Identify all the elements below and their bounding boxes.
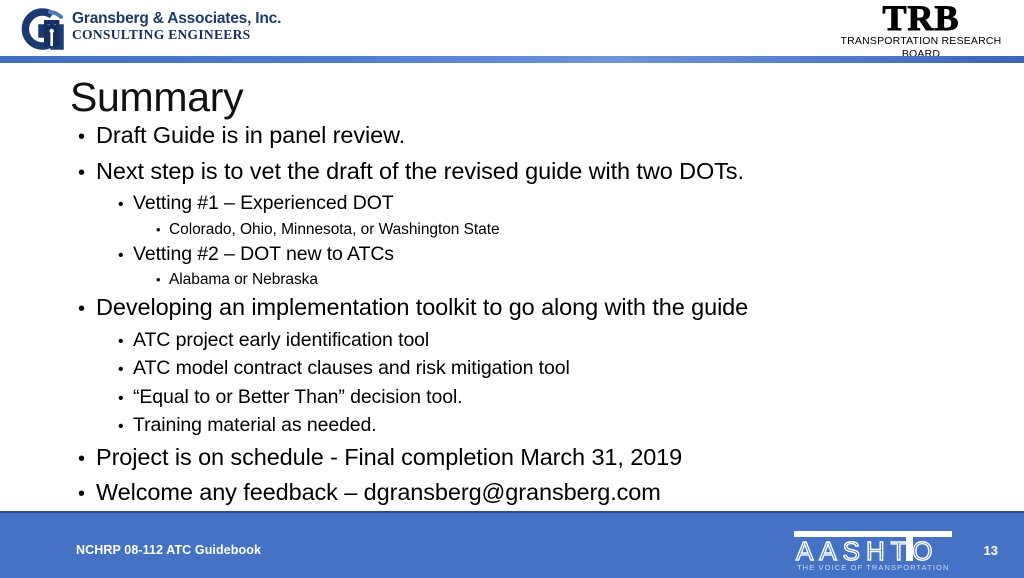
bullet-text: Colorado, Ohio, Minnesota, or Washington… [169, 220, 500, 238]
gransberg-logo-text: Gransberg & Associates, Inc. CONSULTING … [72, 10, 282, 42]
bullet-dot-icon: • [78, 126, 85, 148]
bullet-item-level-2: • Vetting #2 – DOT new to ATCs [70, 241, 1000, 270]
bullet-dot-icon: • [118, 332, 124, 350]
bullet-text: Training material as needed. [133, 414, 377, 436]
gransberg-company-name: Gransberg & Associates, Inc. [72, 10, 282, 27]
slide-footer: NCHRP 08-112 ATC Guidebook AASHTO THE VO… [0, 511, 1024, 578]
slide-content-area: Summary • Draft Guide is in panel review.… [0, 63, 1024, 511]
header-divider-bar [0, 56, 1024, 63]
bullet-item-level-1: • Project is on schedule - Final completi… [70, 441, 1000, 477]
gransberg-tagline: CONSULTING ENGINEERS [72, 27, 251, 42]
bullet-dot-icon: • [118, 389, 124, 407]
page-title: Summary [70, 74, 244, 120]
footer-label: NCHRP 08-112 ATC Guidebook [76, 543, 262, 557]
aashto-logo: AASHTO THE VOICE OF TRANSPORTATION [788, 525, 958, 573]
trb-acronym: TRB [882, 0, 960, 38]
bullet-text: Vetting #1 – Experienced DOT [133, 192, 394, 214]
bullet-item-level-3: • Alabama or Nebraska [70, 269, 1000, 291]
bullet-dot-icon: • [118, 246, 124, 264]
bullet-item-level-2: • ATC project early identification tool [70, 327, 1000, 356]
bullet-item-level-1: • Draft Guide is in panel review. [70, 119, 1000, 155]
bullet-item-level-1: • Welcome any feedback – dgransberg@grans… [70, 476, 1000, 512]
aashto-tagline: THE VOICE OF TRANSPORTATION [797, 563, 950, 572]
bullet-text: Vetting #2 – DOT new to ATCs [133, 242, 394, 265]
bullet-item-level-3: • Colorado, Ohio, Minnesota, or Washingto… [70, 219, 1000, 241]
bullet-dot-icon: • [78, 447, 85, 470]
bullet-text: Welcome any feedback – dgransberg@gransb… [96, 479, 661, 505]
aashto-acronym: AASHTO [795, 536, 939, 566]
bullet-text: Draft Guide is in panel review. [96, 122, 406, 148]
bullet-item-level-2: • “Equal to or Better Than” decision tool… [70, 384, 1000, 413]
bullet-text: Alabama or Nebraska [169, 271, 318, 288]
bullet-text: Project is on schedule - Final completio… [96, 443, 683, 470]
gransberg-associates-logo: Gransberg & Associates, Inc. CONSULTING … [14, 4, 282, 52]
bullet-text: Developing an implementation toolkit to … [96, 294, 749, 320]
bullet-item-level-1: • Developing an implementation toolkit to… [70, 291, 1000, 327]
bullet-dot-icon: • [118, 361, 124, 378]
page-number: 13 [983, 543, 998, 558]
bullet-list: • Draft Guide is in panel review. • Next st… [70, 119, 1000, 512]
bullet-dot-icon: • [118, 196, 124, 213]
bullet-dot-icon: • [78, 298, 85, 320]
bullet-text: ATC project early identification tool [133, 328, 430, 351]
bullet-text: “Equal to or Better Than” decision tool. [133, 385, 463, 408]
bullet-item-level-2: • Training material as needed. [70, 412, 1000, 441]
bullet-dot-icon: • [156, 272, 161, 287]
slide-header: Gransberg & Associates, Inc. CONSULTING … [0, 0, 1024, 68]
bullet-text: ATC model contract clauses and risk miti… [133, 357, 570, 379]
bullet-dot-icon: • [156, 221, 161, 237]
bullet-item-level-2: • Vetting #1 – Experienced DOT [70, 190, 1000, 219]
bullet-item-level-1: • Next step is to vet the draft of the re… [70, 155, 1000, 191]
bullet-dot-icon: • [78, 483, 85, 505]
bullet-item-level-2: • ATC model contract clauses and risk mit… [70, 355, 1000, 384]
bullet-dot-icon: • [78, 161, 85, 184]
gransberg-castle-g-icon [21, 8, 64, 50]
bullet-dot-icon: • [118, 418, 124, 435]
bullet-text: Next step is to vet the draft of the rev… [96, 157, 744, 184]
